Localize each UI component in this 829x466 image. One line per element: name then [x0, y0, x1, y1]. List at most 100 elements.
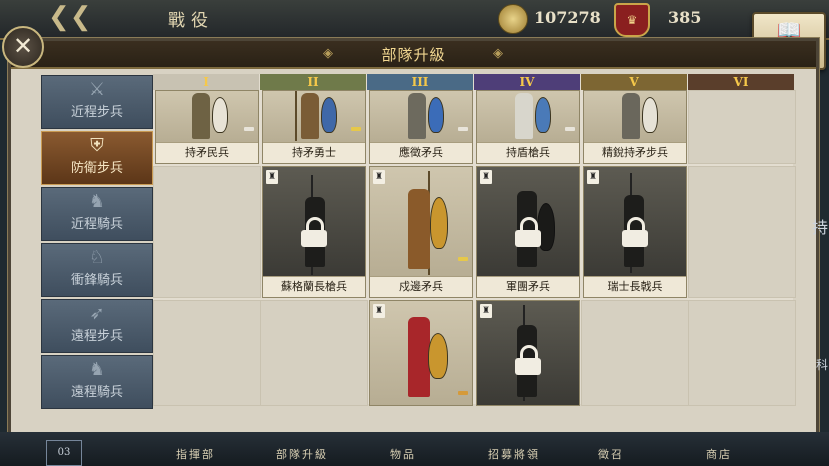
unit-card[interactable]: 精銳持矛步兵	[583, 90, 687, 164]
unit-portrait	[370, 91, 472, 143]
tier-bar	[565, 127, 575, 131]
sidebar-item-close-cavalry[interactable]: ♞ 近程騎兵	[41, 187, 153, 241]
spear	[295, 91, 297, 141]
tier-header-5: V	[581, 74, 687, 90]
unit-card[interactable]: ♜ 戍邊矛兵	[369, 166, 473, 298]
nav-item-recruit-generals[interactable]: 招募將領	[488, 446, 540, 462]
tier-header-2: II	[260, 74, 366, 90]
tier-bar	[244, 127, 254, 131]
unit-card[interactable]: 持矛勇士	[262, 90, 366, 164]
unit-card[interactable]: 持矛民兵	[155, 90, 259, 164]
unit-portrait: ♜	[370, 301, 472, 405]
tower-icon: ♜	[587, 170, 599, 184]
soldier-shield	[430, 197, 448, 249]
soldier-figure	[301, 93, 319, 139]
panel-title: 部隊升級	[381, 46, 446, 64]
unit-card-locked[interactable]: ♜ 蘇格蘭長槍兵	[262, 166, 366, 298]
unit-card[interactable]: ♜	[369, 300, 473, 406]
unit-name: 持矛民兵	[156, 142, 258, 163]
empty-slot	[153, 166, 261, 298]
empty-slot	[688, 300, 796, 406]
tower-icon: ♜	[480, 170, 492, 184]
coin-icon	[498, 4, 528, 34]
unit-portrait: ♜	[584, 167, 686, 277]
unit-portrait: ♜	[263, 167, 365, 277]
empty-slot	[260, 300, 368, 406]
unit-card-locked[interactable]: ♜ 軍團矛兵	[476, 166, 580, 298]
bow-icon: ➶	[89, 303, 105, 324]
tier-bar	[458, 127, 468, 131]
crest-count: 385	[668, 8, 702, 27]
tier-header-4: IV	[474, 74, 580, 90]
panel-header: ◈ 部隊升級 ◈	[11, 41, 816, 69]
unit-name: 應徵矛兵	[370, 142, 472, 163]
nav-item-shop[interactable]: 商店	[706, 446, 732, 462]
tier-header-6: VI	[688, 74, 794, 90]
unit-portrait	[263, 91, 365, 143]
nav-item-items[interactable]: 物品	[390, 446, 416, 462]
soldier-shield	[535, 97, 551, 133]
soldier-shield	[642, 97, 658, 133]
soldier-shield	[321, 97, 337, 133]
close-button[interactable]: ✕	[2, 26, 44, 68]
troop-upgrade-panel: ◈ 部隊升級 ◈ ⚔ 近程步兵 ⛨ 防衛步兵 ♞ 近程騎兵 ♘ 衝鋒騎兵 ➶ 遠…	[8, 38, 819, 438]
unit-portrait	[156, 91, 258, 143]
tier-bar	[351, 127, 361, 131]
sidebar-item-close-infantry[interactable]: ⚔ 近程步兵	[41, 75, 153, 129]
sidebar-item-charge-cavalry[interactable]: ♘ 衝鋒騎兵	[41, 243, 153, 297]
unit-grid: I II III IV V VI 持矛民兵 持矛勇士 應徵矛兵 持盾槍兵 精銳持…	[153, 74, 796, 406]
sidebar-item-label: 衝鋒騎兵	[70, 273, 123, 288]
nav-item-conscription[interactable]: 徵召	[598, 446, 624, 462]
unit-name: 精銳持矛步兵	[584, 142, 686, 163]
sidebar-item-defensive-infantry[interactable]: ⛨ 防衛步兵	[41, 131, 153, 185]
unit-portrait: ♜	[370, 167, 472, 277]
soldier-figure	[408, 93, 426, 139]
shield-icon: ⛨	[90, 135, 104, 156]
soldier-figure	[192, 93, 210, 139]
sidebar-item-label: 近程步兵	[70, 105, 123, 120]
tower-icon: ♜	[266, 170, 278, 184]
back-arrow-icon[interactable]: ❮❮	[48, 2, 92, 32]
lock-icon	[301, 217, 327, 247]
unit-name: 持盾槍兵	[477, 142, 579, 163]
unit-card-locked[interactable]: ♜ 瑞士長戟兵	[583, 166, 687, 298]
soldier-figure	[622, 93, 640, 139]
crest-icon: ♛	[614, 3, 650, 37]
sidebar-item-label: 防衛步兵	[70, 161, 123, 176]
sidebar-item-label: 近程騎兵	[70, 217, 123, 232]
empty-slot	[581, 300, 689, 406]
sidebar-item-label: 遠程騎兵	[70, 385, 123, 400]
empty-slot	[688, 166, 796, 298]
unit-card[interactable]: 持盾槍兵	[476, 90, 580, 164]
soldier-figure	[408, 317, 430, 397]
unit-name: 戍邊矛兵	[370, 276, 472, 297]
ornament-icon: ◈	[493, 46, 503, 61]
lock-icon	[622, 217, 648, 247]
sidebar-item-ranged-infantry[interactable]: ➶ 遠程步兵	[41, 299, 153, 353]
tier-bar	[458, 257, 468, 261]
coin-count: 107278	[534, 8, 601, 27]
tier-bar	[458, 391, 468, 395]
edge-text: 科	[816, 358, 829, 372]
sidebar-item-label: 遠程步兵	[70, 329, 123, 344]
unit-portrait	[584, 91, 686, 143]
horse-archer-icon: ♞	[88, 359, 106, 380]
tier-header-1: I	[153, 74, 259, 90]
bottom-nav: 指揮部 部隊升級 物品 招募將領 徵召 商店	[0, 432, 829, 466]
crossed-swords-icon: ⚔	[88, 79, 106, 100]
unit-card-locked[interactable]: ♜	[476, 300, 580, 406]
unit-card[interactable]: 應徵矛兵	[369, 90, 473, 164]
soldier-shield	[428, 333, 448, 379]
tower-icon: ♜	[373, 170, 385, 184]
sidebar-item-ranged-cavalry[interactable]: ♞ 遠程騎兵	[41, 355, 153, 409]
nav-item-headquarters[interactable]: 指揮部	[176, 446, 215, 462]
empty-slot	[688, 90, 796, 164]
tier-header-3: III	[367, 74, 473, 90]
horse-icon: ♞	[88, 191, 106, 212]
lock-icon	[515, 217, 541, 247]
lock-icon	[515, 345, 541, 375]
unit-name: 蘇格蘭長槍兵	[263, 276, 365, 297]
unit-name: 持矛勇士	[263, 142, 365, 163]
nav-item-troop-upgrade[interactable]: 部隊升級	[276, 446, 328, 462]
soldier-shield	[428, 97, 444, 133]
